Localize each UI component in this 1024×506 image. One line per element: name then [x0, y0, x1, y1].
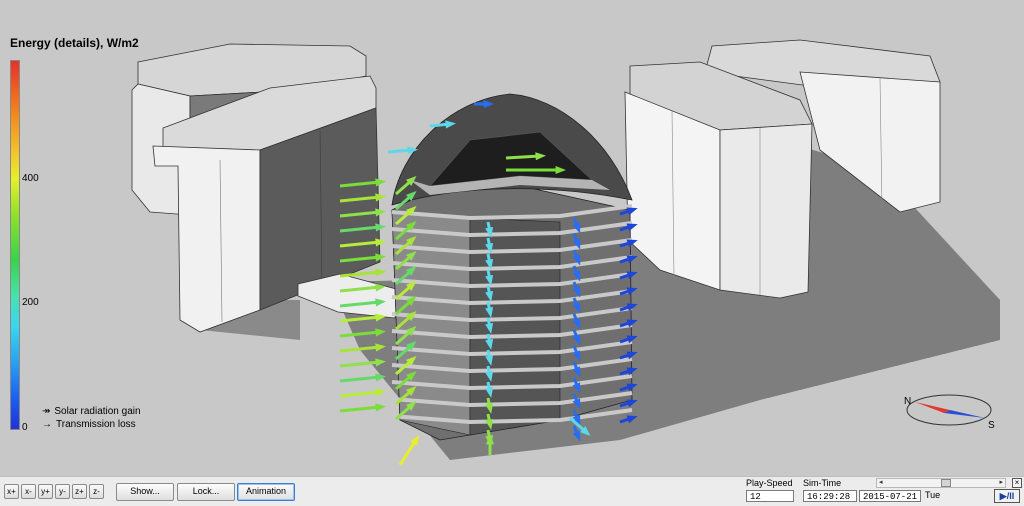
- legend-title: Energy (details), W/m2: [10, 36, 139, 50]
- podium-slab: [297, 273, 401, 319]
- slider-right-arrow-icon[interactable]: ▸: [999, 479, 1003, 487]
- 3d-viewport[interactable]: Energy (details), W/m2 400 200 0 ↠ Solar…: [0, 0, 1024, 476]
- compass-north-label: N: [904, 396, 912, 407]
- energy-arrow: [398, 434, 420, 466]
- tower-roof: [391, 93, 633, 206]
- view-x-plus-button[interactable]: x+: [4, 484, 19, 499]
- building-scene: [131, 39, 1000, 466]
- view-y-minus-button[interactable]: y-: [55, 484, 70, 499]
- view-x-minus-button[interactable]: x-: [21, 484, 36, 499]
- scale-tick-200: 200: [22, 297, 39, 308]
- scale-tick-400: 400: [22, 173, 39, 184]
- energy-color-scale: [10, 60, 20, 430]
- slider-left-arrow-icon[interactable]: ◂: [879, 479, 883, 487]
- legend-transmission-loss: → Transmission loss: [42, 419, 136, 430]
- building-right-front: [624, 61, 813, 299]
- double-arrow-icon: ↠: [42, 406, 51, 417]
- sim-time-label: Sim-Time: [803, 478, 842, 488]
- play-speed-input[interactable]: 12: [746, 490, 794, 502]
- legend-transmission-loss-label: Transmission loss: [56, 419, 136, 430]
- slider-thumb[interactable]: [941, 479, 951, 487]
- scale-tick-0: 0: [22, 422, 28, 433]
- play-speed-label: Play-Speed: [746, 478, 793, 488]
- energy-arrow: [339, 388, 386, 398]
- sim-date-input[interactable]: 2015-07-21: [859, 490, 921, 502]
- lock-button[interactable]: Lock...: [177, 483, 235, 501]
- sim-day-label: Tue: [925, 490, 941, 500]
- legend-solar-gain: ↠ Solar radiation gain: [42, 406, 141, 417]
- energy-arrow: [339, 403, 386, 413]
- show-button[interactable]: Show...: [116, 483, 174, 501]
- view-z-plus-button[interactable]: z+: [72, 484, 87, 499]
- close-icon[interactable]: ×: [1012, 478, 1022, 488]
- compass-south-label: S: [988, 420, 995, 431]
- view-y-plus-button[interactable]: y+: [38, 484, 53, 499]
- animation-button[interactable]: Animation: [237, 483, 295, 501]
- sim-time-input[interactable]: 16:29:28: [803, 490, 857, 502]
- compass-icon: [906, 394, 992, 426]
- play-pause-button[interactable]: ▶/II: [994, 489, 1020, 503]
- time-slider[interactable]: ◂ ▸: [876, 478, 1006, 488]
- arrow-icon: →: [42, 419, 52, 430]
- legend-solar-gain-label: Solar radiation gain: [54, 406, 141, 417]
- view-z-minus-button[interactable]: z-: [89, 484, 104, 499]
- energy-arrow: [339, 373, 386, 383]
